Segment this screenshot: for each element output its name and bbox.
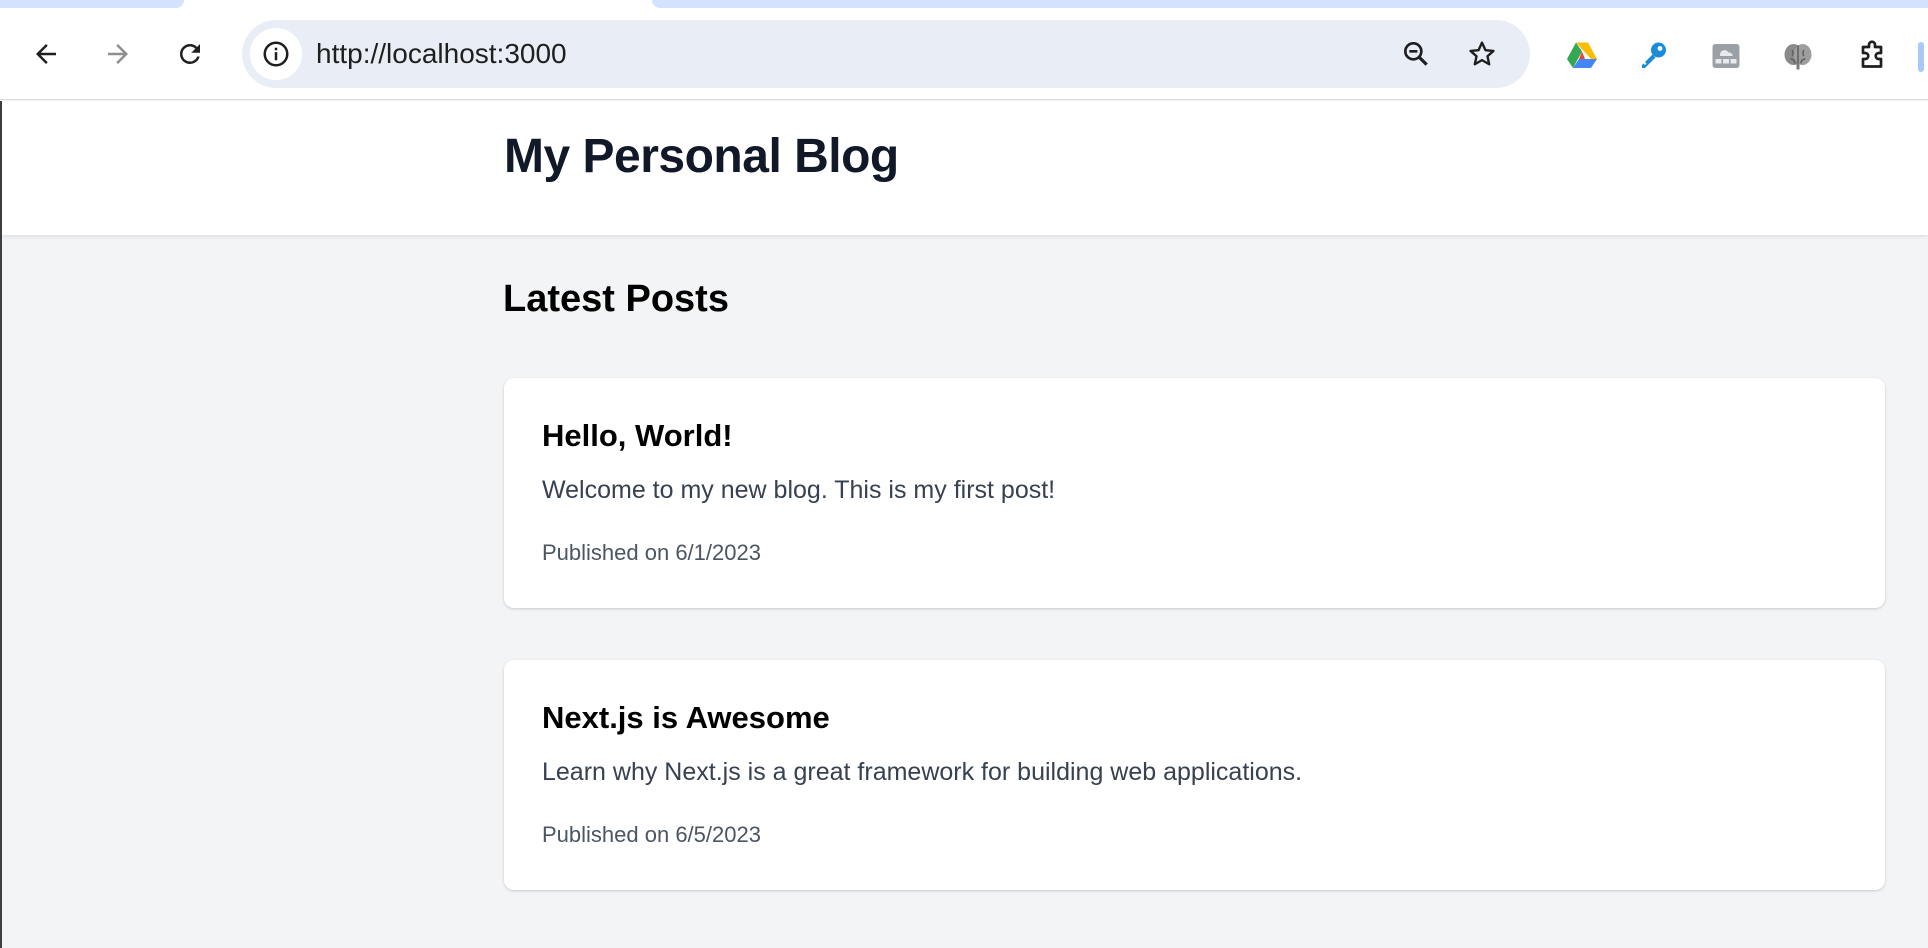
google-drive-icon (1567, 42, 1597, 68)
tab-right[interactable] (652, 0, 1928, 8)
extension-brain[interactable] (1778, 36, 1818, 76)
browser-toolbar: http://localhost:3000 (0, 8, 1928, 100)
blue-key-icon (1642, 42, 1666, 68)
cloud-grid-icon (1712, 44, 1740, 68)
section-title: Latest Posts (503, 278, 729, 320)
site-header: My Personal Blog (2, 101, 1928, 235)
forward-button[interactable] (96, 32, 140, 76)
post-date: Published on 6/1/2023 (542, 540, 761, 565)
post-excerpt: Welcome to my new blog. This is my first… (542, 476, 1056, 504)
star-icon (1469, 41, 1495, 66)
site-info-button[interactable] (250, 28, 302, 80)
post-card[interactable]: Hello, World! Welcome to my new blog. Th… (504, 378, 1885, 608)
page-bottom (2, 928, 1928, 948)
puzzle-piece-icon (1861, 40, 1883, 68)
tab-strip (0, 0, 1928, 8)
post-excerpt: Learn why Next.js is a great framework f… (542, 758, 1303, 786)
arrow-right-icon (108, 44, 128, 64)
address-bar[interactable]: http://localhost:3000 (242, 20, 1530, 88)
bookmark-button[interactable] (1462, 34, 1502, 74)
profile-button-edge[interactable] (1918, 42, 1924, 72)
zoom-out-icon (1404, 41, 1428, 66)
post-card[interactable]: Next.js is Awesome Learn why Next.js is … (504, 660, 1885, 890)
site-title[interactable]: My Personal Blog (504, 129, 899, 184)
zoom-button[interactable] (1396, 34, 1436, 74)
back-button[interactable] (24, 32, 68, 76)
tab-left[interactable] (0, 0, 184, 8)
post-title[interactable]: Hello, World! (542, 418, 733, 454)
extension-key[interactable] (1634, 36, 1674, 76)
reload-icon (179, 43, 200, 64)
url-text[interactable]: http://localhost:3000 (316, 20, 567, 88)
post-date: Published on 6/5/2023 (542, 822, 761, 847)
extensions-menu-button[interactable] (1852, 36, 1892, 76)
post-title[interactable]: Next.js is Awesome (542, 700, 830, 736)
info-icon (263, 41, 289, 67)
arrow-left-icon (36, 44, 56, 64)
brain-icon (1784, 44, 1812, 70)
extension-google-drive[interactable] (1562, 36, 1602, 76)
extension-cloud[interactable] (1706, 36, 1746, 76)
reload-button[interactable] (168, 32, 212, 76)
